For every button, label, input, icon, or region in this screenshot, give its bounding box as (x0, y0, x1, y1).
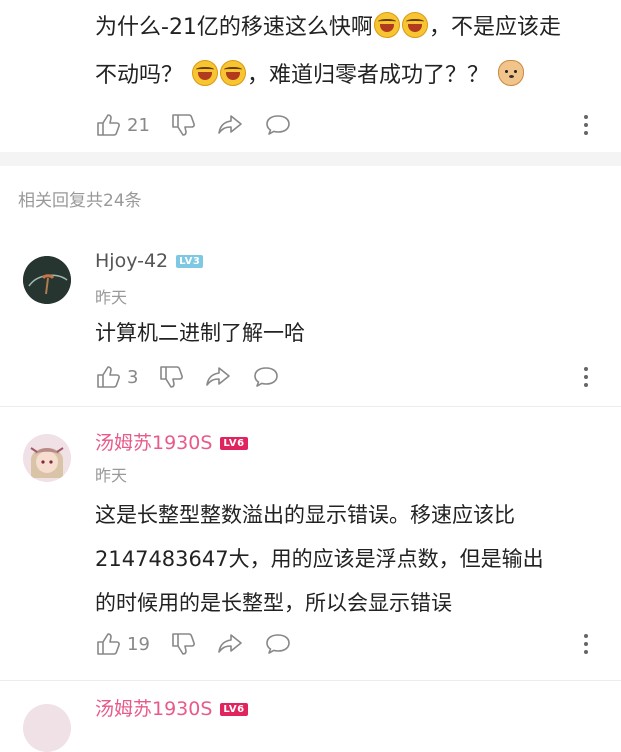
laugh-cry-emoji-icon (401, 12, 428, 38)
thumbs-up-icon (97, 366, 120, 388)
top-comment-actions: 21 (95, 109, 595, 141)
reply-actions: 3 (95, 361, 595, 393)
reply-text-line: 的时候用的是长整型，所以会显示错误 (95, 591, 452, 615)
like-count: 3 (127, 366, 139, 388)
replies-header: 相关回复共24条 (18, 191, 142, 211)
avatar-image (23, 434, 71, 482)
top-comment-line-1-text: 为什么-21亿的移速这么快啊 (95, 15, 373, 40)
more-options-icon[interactable] (583, 634, 589, 654)
reply-text-line: 这是长整型整数溢出的显示错误。移速应该比 (95, 503, 515, 527)
avatar[interactable] (23, 256, 71, 304)
dislike-button[interactable] (158, 364, 184, 390)
thumbs-down-icon (160, 366, 184, 388)
level-badge: LV6 (220, 703, 248, 716)
avatar-image (23, 256, 71, 304)
level-badge: LV3 (176, 255, 204, 268)
more-options-icon[interactable] (583, 115, 589, 135)
laugh-cry-emoji-icon (373, 12, 400, 38)
comment-bubble-icon (266, 115, 290, 135)
dislike-button[interactable] (170, 112, 196, 138)
top-comment-line-1: 为什么-21亿的移速这么快啊 ，不是应该走 (95, 4, 615, 52)
share-arrow-icon (218, 115, 242, 134)
like-button[interactable]: 19 (95, 631, 150, 657)
thumbs-up-icon (97, 114, 120, 136)
thumbs-down-icon (172, 633, 195, 655)
top-comment-line-2: 不动吗？ ，难道归零者成功了？？ (95, 52, 615, 100)
more-options-icon[interactable] (583, 367, 589, 387)
top-comment-line-2-mid: ，难道归零者成功了？？ (247, 63, 490, 88)
username[interactable]: Hjoy-42 (95, 250, 168, 272)
laugh-cry-emoji-icon (192, 60, 219, 86)
top-comment-text: 为什么-21亿的移速这么快啊 ，不是应该走 不动吗？ ，难道归零者成功了？？ (95, 4, 615, 100)
laugh-cry-emoji-icon (220, 60, 247, 86)
dislike-button[interactable] (170, 631, 196, 657)
avatar[interactable] (23, 704, 71, 752)
username[interactable]: 汤姆苏1930S (95, 432, 212, 454)
section-separator (0, 152, 621, 166)
like-button[interactable]: 21 (95, 112, 150, 138)
level-badge: LV6 (220, 437, 248, 450)
share-button[interactable] (216, 112, 244, 138)
reply-user-row: 汤姆苏1930S LV6 (95, 428, 248, 455)
reply-user-row: Hjoy-42 LV3 (95, 250, 204, 272)
comment-bubble-icon (254, 367, 279, 387)
reply-text-line: 2147483647大，用的应该是浮点数，但是输出 (95, 547, 544, 571)
username[interactable]: 汤姆苏1930S (95, 698, 212, 720)
comment-button[interactable] (264, 631, 292, 657)
reply-user-row: 汤姆苏1930S LV6 (95, 694, 248, 721)
thumbs-up-icon (97, 633, 120, 655)
reply-text: 计算机二进制了解一哈 (95, 321, 305, 345)
comment-button[interactable] (252, 364, 280, 390)
share-arrow-icon (206, 367, 231, 386)
thumbs-down-icon (172, 114, 195, 136)
divider (0, 680, 621, 681)
comment-button[interactable] (264, 112, 292, 138)
reply-date: 昨天 (95, 288, 128, 307)
doge-emoji-icon (498, 60, 525, 86)
share-arrow-icon (218, 634, 242, 653)
divider (0, 406, 621, 407)
top-comment-line-2-start: 不动吗？ (95, 63, 184, 88)
reply-text: 这是长整型整数溢出的显示错误。移速应该比 2147483647大，用的应该是浮点… (95, 493, 544, 625)
like-count: 21 (127, 114, 150, 136)
avatar[interactable] (23, 434, 71, 482)
top-comment-line-1-end: ，不是应该走 (428, 15, 561, 40)
like-count: 19 (127, 633, 150, 655)
reply-date: 昨天 (95, 466, 128, 485)
share-button[interactable] (216, 631, 244, 657)
reply-actions: 19 (95, 628, 595, 660)
share-button[interactable] (204, 364, 232, 390)
comment-bubble-icon (266, 634, 290, 654)
like-button[interactable]: 3 (95, 364, 138, 390)
